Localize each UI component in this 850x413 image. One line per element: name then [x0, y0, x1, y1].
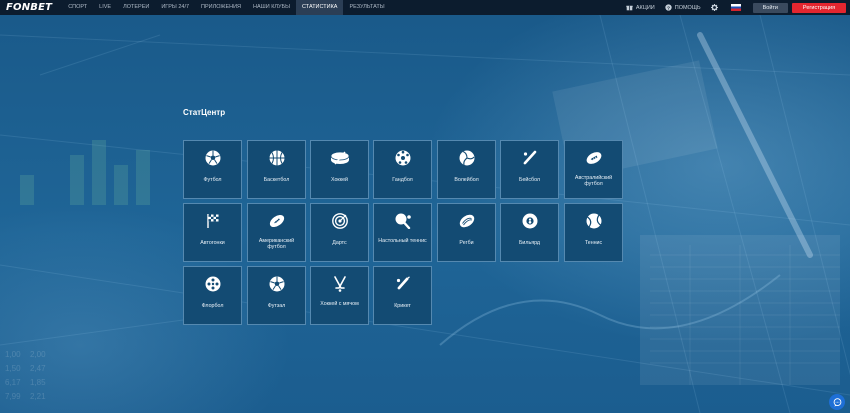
sport-tile-floorball[interactable]: Флорбол	[183, 266, 242, 325]
top-navigation-bar: FONBET СПОРТ LIVE ЛОТЕРЕИ ИГРЫ 24/7 ПРИЛ…	[0, 0, 850, 15]
sport-label: Бейсбол	[519, 177, 540, 183]
nav-clubs[interactable]: НАШИ КЛУБЫ	[247, 0, 296, 15]
sport-label: Баскетбол	[263, 177, 290, 183]
sport-label: Хоккей	[330, 177, 349, 183]
billiard-ball-icon	[522, 213, 537, 229]
login-button[interactable]: Войти	[752, 2, 788, 13]
sport-label: Американский футбол	[258, 238, 295, 251]
sport-tile-motorsport[interactable]: Автогонки	[183, 203, 242, 262]
promo-label: АКЦИИ	[635, 4, 655, 11]
svg-text:1,00: 1,00	[5, 350, 21, 359]
svg-text:2,00: 2,00	[30, 350, 46, 359]
help-label: ПОМОЩЬ	[674, 4, 701, 11]
register-button[interactable]: Регистрация	[792, 2, 846, 13]
sport-label: Австралийский футбол	[574, 175, 613, 188]
sport-tile-handball[interactable]: Гандбол	[373, 140, 432, 199]
baseball-bat-icon	[523, 150, 536, 165]
cricket-bat-icon	[396, 276, 410, 290]
floorball-icon	[205, 276, 220, 292]
handball-icon	[395, 150, 410, 166]
svg-text:2,47: 2,47	[30, 364, 46, 373]
sport-label: Футбол	[203, 177, 222, 183]
svg-text:6,17: 6,17	[5, 378, 21, 387]
basketball-icon	[269, 150, 284, 166]
sport-tile-aussie-rules[interactable]: Австралийский футбол	[564, 140, 623, 199]
gift-icon	[626, 5, 633, 11]
nav-live[interactable]: LIVE	[93, 0, 117, 15]
sport-label: Крикет	[394, 303, 411, 309]
sport-label: Гандбол	[392, 177, 413, 183]
sport-label: Настольный теннис	[378, 238, 427, 244]
svg-text:7,99: 7,99	[5, 392, 21, 401]
help-icon: ?	[665, 4, 672, 11]
sport-label: Волейбол	[454, 177, 479, 183]
chat-icon	[833, 397, 841, 406]
sport-tile-cricket[interactable]: Крикет	[373, 266, 432, 325]
sport-tile-volleyball[interactable]: Волейбол	[437, 140, 496, 199]
sport-label: Теннис	[584, 240, 603, 246]
sport-label: Дартс	[332, 240, 347, 246]
sport-label: Регби	[459, 240, 474, 246]
sport-tile-table-tennis[interactable]: Настольный теннис	[373, 203, 432, 262]
sport-tile-basketball[interactable]: Баскетбол	[247, 140, 306, 199]
main-nav: СПОРТ LIVE ЛОТЕРЕИ ИГРЫ 24/7 ПРИЛОЖЕНИЯ …	[62, 0, 390, 15]
svg-text:2,21: 2,21	[30, 392, 46, 401]
volleyball-icon	[459, 150, 474, 166]
soccer-ball-icon	[205, 150, 220, 166]
settings-button[interactable]	[710, 4, 721, 11]
svg-text:?: ?	[667, 6, 670, 11]
svg-text:1,50: 1,50	[5, 364, 21, 373]
sport-label: Хоккей с мячом	[320, 301, 359, 307]
sport-label: Флорбол	[201, 303, 224, 309]
sport-tile-futsal[interactable]: Футзал	[247, 266, 306, 325]
nav-results[interactable]: РЕЗУЛЬТАТЫ	[343, 0, 390, 15]
sport-tile-tennis[interactable]: Теннис	[564, 203, 623, 262]
sport-label: Автогонки	[200, 240, 225, 246]
sport-tile-rugby[interactable]: Регби	[437, 203, 496, 262]
racing-flag-icon	[206, 214, 218, 228]
tennis-ball-icon	[586, 213, 601, 229]
help-link[interactable]: ? ПОМОЩЬ	[665, 4, 701, 11]
darts-target-icon	[331, 213, 348, 229]
american-football-icon	[269, 214, 284, 228]
nav-statistics[interactable]: СТАТИСТИКА	[295, 0, 344, 15]
sport-tile-baseball[interactable]: Бейсбол	[500, 140, 559, 199]
promo-link[interactable]: АКЦИИ	[626, 4, 655, 11]
sport-label: Футзал	[267, 303, 286, 309]
nav-lottery[interactable]: ЛОТЕРЕИ	[117, 0, 155, 15]
nav-apps[interactable]: ПРИЛОЖЕНИЯ	[195, 0, 247, 15]
futsal-ball-icon	[269, 276, 284, 292]
gear-icon	[710, 4, 718, 11]
sport-tile-hockey[interactable]: Хоккей	[310, 140, 369, 199]
right-nav: АКЦИИ ? ПОМОЩЬ Войти Регистрация	[626, 0, 850, 15]
hockey-puck-icon	[330, 151, 349, 165]
page-title: СтатЦентр	[183, 108, 226, 117]
sport-tile-bandy[interactable]: Хоккей с мячом	[310, 266, 369, 325]
sport-tile-billiards[interactable]: Бильярд	[500, 203, 559, 262]
table-tennis-icon	[395, 213, 411, 229]
nav-sport[interactable]: СПОРТ	[62, 0, 93, 15]
russia-flag-icon[interactable]	[730, 4, 741, 11]
bandy-sticks-icon	[333, 276, 346, 292]
sports-grid: Футбол Баскетбол Хоккей Гандбол Волейбол…	[183, 140, 628, 325]
sport-tile-football[interactable]: Футбол	[183, 140, 242, 199]
aussie-rules-ball-icon	[586, 152, 601, 164]
sport-tile-darts[interactable]: Дартс	[310, 203, 369, 262]
chat-button[interactable]	[829, 394, 845, 410]
sport-tile-american-football[interactable]: Американский футбол	[247, 203, 306, 262]
nav-games[interactable]: ИГРЫ 24/7	[155, 0, 195, 15]
svg-text:1,85: 1,85	[30, 378, 46, 387]
sport-label: Бильярд	[518, 240, 541, 246]
rugby-ball-icon	[459, 214, 474, 228]
fonbet-logo[interactable]: FONBET	[6, 2, 52, 13]
